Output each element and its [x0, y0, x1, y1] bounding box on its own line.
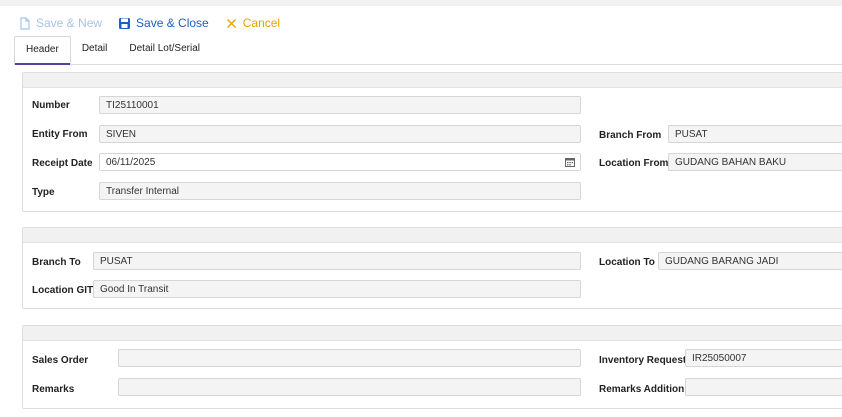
number-label: Number: [32, 100, 70, 111]
tab-detail-label: Detail: [81, 43, 108, 54]
section-source-header: [23, 73, 842, 88]
location-from-field[interactable]: GUDANG BAHAN BAKU: [668, 153, 842, 171]
location-to-field[interactable]: GUDANG BARANG JADI: [658, 252, 842, 270]
save-new-button[interactable]: Save & New: [18, 16, 102, 30]
branch-to-field[interactable]: PUSAT: [93, 252, 581, 270]
save-close-button[interactable]: Save & Close: [118, 16, 209, 30]
toolbar: Save & New Save & Close Cancel: [18, 14, 296, 32]
save-new-label: Save & New: [36, 16, 103, 30]
tab-header[interactable]: Header: [14, 36, 71, 65]
location-git-field[interactable]: Good In Transit: [93, 280, 581, 298]
sales-order-field[interactable]: [118, 349, 581, 367]
section-references: [22, 325, 842, 409]
cancel-label: Cancel: [242, 16, 281, 30]
tab-header-label: Header: [26, 44, 59, 55]
section-destination-header: [23, 228, 842, 243]
calendar-icon[interactable]: [565, 157, 575, 167]
sales-order-label: Sales Order: [32, 355, 89, 366]
location-to-label: Location To: [599, 257, 655, 268]
tab-bar: Header Detail Detail Lot/Serial: [14, 36, 842, 65]
floppy-disk-icon: [119, 17, 131, 29]
location-git-label: Location GIT: [32, 285, 94, 296]
type-field[interactable]: Transfer Internal: [99, 182, 581, 200]
remarks-addition-label: Remarks Addition: [599, 384, 685, 395]
branch-from-label: Branch From: [599, 130, 662, 141]
remarks-label: Remarks: [32, 384, 75, 395]
branch-to-label: Branch To: [32, 257, 81, 268]
save-close-label: Save & Close: [136, 16, 209, 30]
tab-detail-lot-serial[interactable]: Detail Lot/Serial: [118, 36, 211, 62]
inventory-request-label: Inventory Request: [599, 355, 687, 366]
receipt-date-field[interactable]: 06/11/2025: [99, 153, 581, 171]
document-icon: [20, 16, 30, 30]
close-icon: [226, 18, 236, 28]
receipt-date-label: Receipt Date: [32, 158, 93, 169]
section-references-header: [23, 326, 842, 341]
tab-detail[interactable]: Detail: [71, 36, 119, 62]
number-field[interactable]: TI25110001: [99, 96, 581, 114]
remarks-field[interactable]: [118, 378, 581, 396]
inventory-request-field[interactable]: IR25050007: [685, 349, 842, 367]
tab-detail-lot-serial-label: Detail Lot/Serial: [129, 43, 200, 54]
type-label: Type: [32, 187, 55, 198]
entity-from-field[interactable]: SIVEN: [99, 125, 581, 143]
cancel-button[interactable]: Cancel: [225, 16, 280, 30]
entity-from-label: Entity From: [32, 129, 88, 140]
receipt-date-value: 06/11/2025: [106, 157, 156, 168]
branch-from-field[interactable]: PUSAT: [668, 125, 842, 143]
remarks-addition-field[interactable]: [685, 378, 842, 396]
location-from-label: Location From: [599, 158, 669, 169]
top-strip: [0, 0, 842, 6]
